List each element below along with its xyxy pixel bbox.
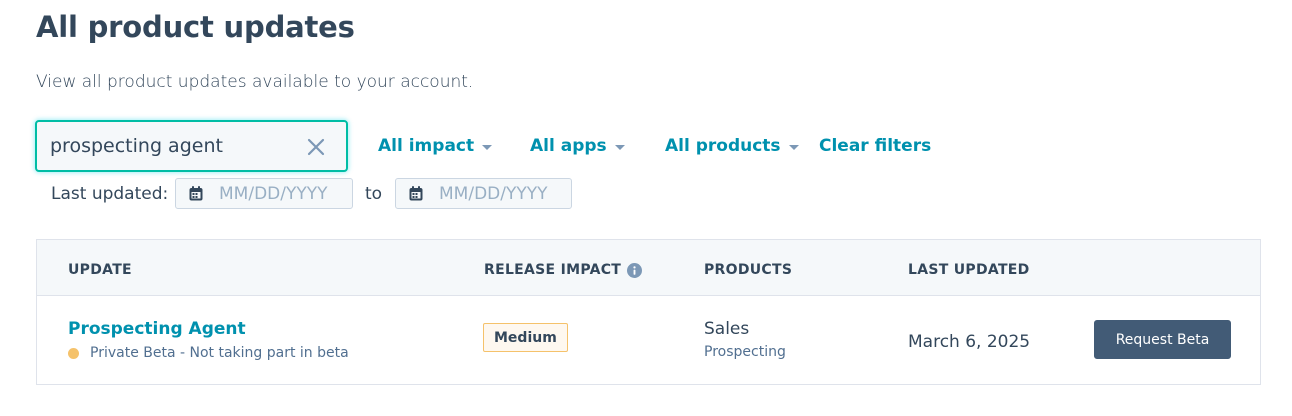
- column-header-release-impact[interactable]: RELEASE IMPACT: [484, 262, 643, 278]
- caret-down-icon: [482, 144, 493, 150]
- impact-filter-dropdown[interactable]: All impact: [378, 136, 493, 156]
- table-row: Prospecting Agent Private Beta - Not tak…: [37, 296, 1260, 385]
- status-dot-icon: [68, 347, 79, 359]
- page-title: All product updates: [36, 10, 355, 44]
- date-range-separator: to: [365, 184, 383, 204]
- date-to-input[interactable]: [439, 183, 569, 204]
- update-name-link[interactable]: Prospecting Agent: [68, 319, 246, 339]
- product-name: Sales: [704, 319, 750, 339]
- last-updated-label: Last updated:: [51, 184, 169, 204]
- column-header-last-updated[interactable]: LAST UPDATED: [908, 262, 1030, 278]
- search-box[interactable]: [35, 120, 348, 172]
- column-header-release-impact-label: RELEASE IMPACT: [484, 262, 622, 278]
- page-subtitle: View all product updates available to yo…: [36, 72, 474, 92]
- date-to-field[interactable]: [395, 178, 572, 209]
- products-filter-dropdown[interactable]: All products: [665, 136, 799, 156]
- impact-badge: Medium: [483, 323, 568, 352]
- calendar-icon[interactable]: [189, 186, 203, 201]
- last-updated-date: March 6, 2025: [908, 332, 1031, 352]
- updates-table: UPDATE RELEASE IMPACT PRODUCTS LAST UPDA…: [36, 239, 1261, 385]
- table-header: UPDATE RELEASE IMPACT PRODUCTS LAST UPDA…: [37, 240, 1260, 296]
- date-from-field[interactable]: [175, 178, 353, 209]
- beta-status-label: Private Beta - Not taking part in beta: [90, 345, 349, 361]
- calendar-icon[interactable]: [409, 186, 423, 201]
- beta-status: Private Beta - Not taking part in beta: [68, 345, 349, 361]
- caret-down-icon: [788, 144, 799, 150]
- caret-down-icon: [614, 144, 625, 150]
- search-input[interactable]: [50, 135, 290, 157]
- impact-filter-label: All impact: [378, 136, 475, 156]
- apps-filter-dropdown[interactable]: All apps: [530, 136, 625, 156]
- date-from-input[interactable]: [219, 183, 349, 204]
- column-header-products[interactable]: PRODUCTS: [704, 262, 792, 278]
- apps-filter-label: All apps: [530, 136, 607, 156]
- close-icon[interactable]: [306, 137, 326, 157]
- info-icon[interactable]: [627, 262, 643, 278]
- clear-filters-link[interactable]: Clear filters: [819, 136, 931, 156]
- request-beta-button[interactable]: Request Beta: [1094, 320, 1231, 359]
- product-subcategory: Prospecting: [704, 344, 786, 360]
- column-header-update[interactable]: UPDATE: [68, 262, 132, 278]
- products-filter-label: All products: [665, 136, 781, 156]
